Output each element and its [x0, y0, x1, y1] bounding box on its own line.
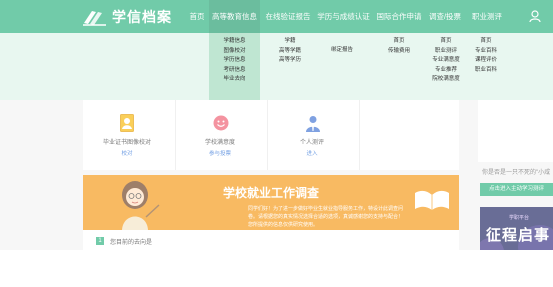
- banner-description: 同学们好！为了进一步做好毕业生就业指导服务工作，特设计此调查问卷。请根据您的真实…: [248, 206, 404, 228]
- top-navigation-bar: 学信档案 首页 高等教育信息 在线验证报告 学历与成绩认证 国际合作申请 调查/…: [0, 0, 553, 33]
- nav-higher-education-info[interactable]: 高等教育信息: [209, 0, 260, 33]
- card-link[interactable]: 进入: [268, 149, 356, 157]
- dropdown-item[interactable]: 专业满意度: [426, 56, 466, 66]
- dropdown-item[interactable]: 专业推荐: [426, 66, 466, 76]
- card-personal-assessment[interactable]: 个人测评 进入: [268, 100, 356, 170]
- dropdown-item[interactable]: 院校满意度: [426, 75, 466, 85]
- dropdown-item[interactable]: 考研信息: [209, 66, 260, 76]
- dropdown-item[interactable]: 图像校对: [209, 47, 260, 57]
- ad-title: 征程启事: [486, 227, 551, 244]
- question-section: 1 您目前的去向是: [83, 230, 459, 250]
- dropdown-item[interactable]: 课程评价: [468, 56, 504, 66]
- id-photo-icon: [120, 114, 134, 132]
- logo-text: 学信档案: [112, 9, 172, 25]
- nav-dropdown-panel: 学籍信息 图像校对 学历信息 考研信息 毕业去向 学籍 高等学籍 高等学历 绑定…: [0, 33, 553, 100]
- dropdown-item[interactable]: 高等学历: [270, 56, 310, 66]
- site-logo[interactable]: 学信档案: [82, 7, 172, 27]
- start-assessment-button[interactable]: 点击进入主动学习测评: [480, 183, 553, 196]
- question-number: 1: [96, 237, 104, 245]
- open-book-icon: [413, 187, 451, 211]
- nav-degree-certification[interactable]: 学历与成绩认证: [315, 0, 372, 33]
- dropdown-item[interactable]: 专业百科: [468, 47, 504, 57]
- smiley-icon: [213, 115, 229, 131]
- dropdown-item[interactable]: 首页: [468, 37, 504, 47]
- person-icon: [305, 115, 321, 132]
- page-bottom-blank: [0, 250, 553, 287]
- card-link[interactable]: 校对: [83, 149, 171, 157]
- question-text: 您目前的去向是: [110, 240, 153, 246]
- nav-online-verification[interactable]: 在线验证报告: [263, 0, 313, 33]
- dropdown-col-international: 首页 传输费用: [381, 37, 417, 56]
- card-link[interactable]: 参与投票: [176, 149, 264, 157]
- dropdown-item[interactable]: 毕业去向: [209, 75, 260, 85]
- dropdown-col-career: 首页 专业百科 课程评价 职业百科: [468, 37, 504, 75]
- card-title: 个人测评: [299, 140, 324, 146]
- teacher-illustration: [113, 179, 161, 230]
- dropdown-item[interactable]: 首页: [426, 37, 466, 47]
- ad-subtitle: 学职平台: [509, 215, 530, 221]
- dropdown-item[interactable]: 高等学籍: [270, 47, 310, 57]
- nav-survey-vote[interactable]: 调查/投票: [425, 0, 465, 33]
- divider: [359, 100, 360, 170]
- user-icon[interactable]: [528, 9, 542, 23]
- service-cards-panel: 毕业证书图像校对 校对 学校满意度 参与投票 个人测评 进入: [83, 100, 459, 170]
- dropdown-item[interactable]: 学籍信息: [209, 37, 260, 47]
- dropdown-item[interactable]: 职业百科: [468, 66, 504, 76]
- dropdown-col-certification: 绑定报告: [322, 46, 362, 56]
- dropdown-item[interactable]: 职业测评: [426, 47, 466, 57]
- banner-title: 学校就业工作调查: [223, 186, 320, 200]
- dropdown-item[interactable]: 学籍: [270, 37, 310, 47]
- dropdown-item[interactable]: 绑定报告: [322, 46, 362, 56]
- dropdown-item[interactable]: 首页: [381, 37, 417, 47]
- card-school-satisfaction[interactable]: 学校满意度 参与投票: [176, 100, 264, 170]
- sidebar-panel: [478, 100, 553, 162]
- card-title: 毕业证书图像校对: [102, 140, 151, 146]
- card-title: 学校满意度: [204, 140, 235, 146]
- page-background: 学信档案 首页 高等教育信息 在线验证报告 学历与成绩认证 国际合作申请 调查/…: [0, 0, 553, 287]
- survey-banner: 学校就业工作调查 同学们好！为了进一步做好毕业生就业指导服务工作，特设计此调查问…: [83, 175, 459, 230]
- dropdown-col-higher-education: 学籍信息 图像校对 学历信息 考研信息 毕业去向: [209, 33, 260, 100]
- dropdown-item[interactable]: 学历信息: [209, 56, 260, 66]
- dropdown-col-survey: 首页 职业测评 专业满意度 专业推荐 院校满意度: [426, 37, 466, 85]
- nav-home[interactable]: 首页: [185, 0, 209, 33]
- dropdown-col-verification: 学籍 高等学籍 高等学历: [270, 37, 310, 66]
- nav-career-assessment[interactable]: 职业测评: [467, 0, 507, 33]
- card-certificate-check[interactable]: 毕业证书图像校对 校对: [83, 100, 171, 170]
- nav-international-cooperation[interactable]: 国际合作申请: [374, 0, 424, 33]
- sidebar-caption[interactable]: 你是否是一只不死的"小咸: [482, 167, 550, 176]
- book-logo-icon: [82, 8, 108, 26]
- dropdown-item[interactable]: 传输费用: [381, 47, 417, 57]
